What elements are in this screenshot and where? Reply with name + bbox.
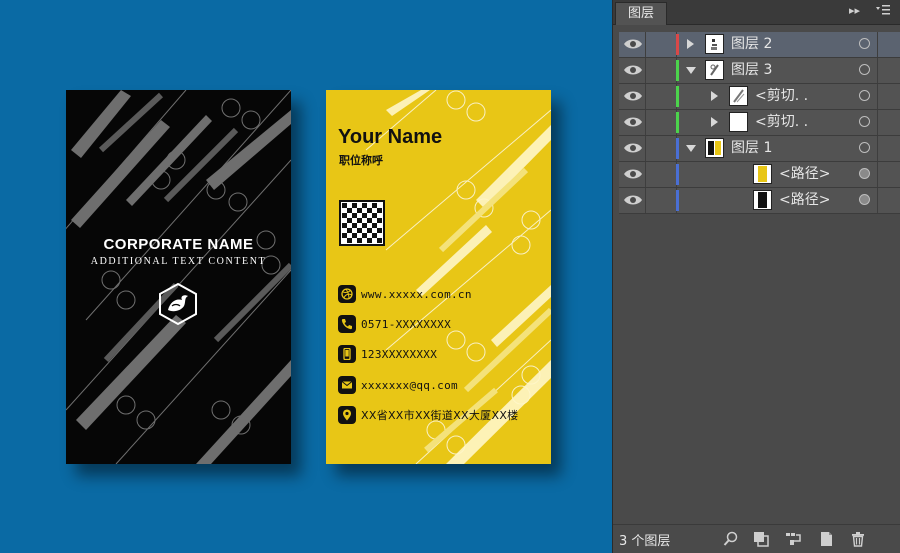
layer-thumbnail bbox=[729, 86, 748, 106]
layer-color-bar bbox=[676, 86, 679, 107]
visibility-eye-icon[interactable] bbox=[622, 36, 644, 52]
collapse-panel-icon[interactable]: ▸▸ bbox=[849, 4, 860, 17]
lock-toggle[interactable] bbox=[645, 188, 677, 213]
layer-name[interactable]: <剪切. . bbox=[755, 84, 808, 109]
phone-icon bbox=[338, 315, 356, 333]
layer-color-bar bbox=[676, 138, 679, 159]
layers-panel: 图层 ▸▸ 图层 2 图层 3 <剪切. . <剪切. . 图层 1 <路径> <路径> 3… bbox=[612, 0, 900, 553]
visibility-eye-icon[interactable] bbox=[622, 88, 644, 104]
selection-column[interactable] bbox=[877, 84, 900, 109]
target-circle-icon[interactable] bbox=[859, 116, 870, 127]
locate-icon[interactable] bbox=[723, 531, 739, 547]
collapse-arrow-icon[interactable] bbox=[686, 145, 696, 152]
layer-row[interactable]: <剪切. . bbox=[619, 110, 900, 136]
clipping-mask-icon[interactable] bbox=[753, 531, 769, 547]
visibility-eye-icon[interactable] bbox=[622, 62, 644, 78]
layer-name[interactable]: 图层 3 bbox=[731, 58, 772, 83]
lock-toggle[interactable] bbox=[645, 32, 677, 57]
mobile-row: 123XXXXXXXX bbox=[338, 344, 437, 364]
tab-layers[interactable]: 图层 bbox=[615, 2, 667, 25]
target-circle-icon[interactable] bbox=[859, 168, 870, 179]
layer-thumbnail bbox=[753, 164, 772, 184]
layer-count: 3 个图层 bbox=[619, 534, 671, 549]
address-text: XX省XX市XX街道XX大厦XX楼 bbox=[361, 409, 519, 422]
selection-column[interactable] bbox=[877, 32, 900, 57]
company-logo bbox=[159, 282, 197, 326]
layer-row[interactable]: <路径> bbox=[619, 188, 900, 214]
layer-color-bar bbox=[676, 60, 679, 81]
expand-arrow-icon[interactable] bbox=[711, 117, 718, 127]
email-text: xxxxxxx@qq.com bbox=[361, 378, 458, 392]
corporate-name: CORPORATE NAME bbox=[103, 236, 254, 253]
website-row: www.xxxxx.com.cn bbox=[338, 284, 472, 304]
layer-thumbnail bbox=[705, 60, 724, 80]
layer-name[interactable]: <路径> bbox=[779, 162, 830, 187]
additional-text: ADDITIONAL TEXT CONTENT bbox=[90, 256, 267, 267]
lock-toggle[interactable] bbox=[645, 110, 677, 135]
new-layer-icon[interactable] bbox=[818, 531, 834, 547]
dribbble-globe-icon bbox=[338, 285, 356, 303]
layer-thumbnail bbox=[705, 138, 724, 158]
visibility-eye-icon[interactable] bbox=[622, 166, 644, 182]
expand-arrow-icon[interactable] bbox=[687, 39, 694, 49]
new-sublayer-icon[interactable] bbox=[785, 531, 801, 547]
address-row: XX省XX市XX街道XX大厦XX楼 bbox=[338, 405, 518, 425]
layer-row[interactable]: <路径> bbox=[619, 162, 900, 188]
website-text: www.xxxxx.com.cn bbox=[361, 287, 472, 301]
lock-toggle[interactable] bbox=[645, 136, 677, 161]
email-row: xxxxxxx@qq.com bbox=[338, 375, 458, 395]
mobile-phone-icon bbox=[338, 345, 356, 363]
target-circle-icon[interactable] bbox=[859, 64, 870, 75]
layers-list: 图层 2 图层 3 <剪切. . <剪切. . 图层 1 <路径> <路径> bbox=[619, 32, 900, 214]
selection-column[interactable] bbox=[877, 136, 900, 161]
layer-color-bar bbox=[676, 112, 679, 133]
lock-toggle[interactable] bbox=[645, 58, 677, 83]
layer-row[interactable]: 图层 2 bbox=[619, 32, 900, 58]
visibility-eye-icon[interactable] bbox=[622, 192, 644, 208]
layer-name[interactable]: 图层 1 bbox=[731, 136, 772, 161]
target-circle-icon[interactable] bbox=[859, 90, 870, 101]
artboard-canvas[interactable]: CORPORATE NAME ADDITIONAL TEXT CONTENT Y… bbox=[0, 0, 612, 553]
layer-color-bar bbox=[676, 190, 679, 211]
target-circle-icon[interactable] bbox=[859, 38, 870, 49]
scissors-comb-pattern bbox=[66, 90, 291, 464]
layer-row[interactable]: 图层 3 bbox=[619, 58, 900, 84]
selection-column[interactable] bbox=[877, 110, 900, 135]
layer-name[interactable]: <剪切. . bbox=[755, 110, 808, 135]
panel-menu-icon[interactable] bbox=[875, 4, 891, 19]
mobile-text: 123XXXXXXXX bbox=[361, 347, 438, 361]
target-circle-icon[interactable] bbox=[859, 194, 870, 205]
panel-footer: 3 个图层 bbox=[613, 524, 900, 553]
layer-name[interactable]: <路径> bbox=[779, 188, 830, 213]
visibility-eye-icon[interactable] bbox=[622, 140, 644, 156]
layer-name[interactable]: 图层 2 bbox=[731, 32, 772, 57]
layer-thumbnail bbox=[729, 112, 748, 132]
person-name: Your Name bbox=[338, 126, 443, 148]
selection-column[interactable] bbox=[877, 58, 900, 83]
lock-toggle[interactable] bbox=[645, 162, 677, 187]
layer-color-bar bbox=[676, 164, 679, 185]
email-envelope-icon bbox=[338, 376, 356, 394]
qr-code-placeholder bbox=[339, 200, 385, 246]
collapse-arrow-icon[interactable] bbox=[686, 67, 696, 74]
target-circle-icon[interactable] bbox=[859, 142, 870, 153]
layer-row[interactable]: <剪切. . bbox=[619, 84, 900, 110]
lock-toggle[interactable] bbox=[645, 84, 677, 109]
trash-icon[interactable] bbox=[850, 531, 866, 547]
selection-column[interactable] bbox=[877, 162, 900, 187]
layer-color-bar bbox=[676, 34, 679, 55]
layer-thumbnail bbox=[753, 190, 772, 210]
expand-arrow-icon[interactable] bbox=[711, 91, 718, 101]
business-card-back-black[interactable]: CORPORATE NAME ADDITIONAL TEXT CONTENT bbox=[66, 90, 291, 464]
selection-column[interactable] bbox=[877, 188, 900, 213]
layer-thumbnail bbox=[705, 34, 724, 54]
layer-row[interactable]: 图层 1 bbox=[619, 136, 900, 162]
panel-header: 图层 ▸▸ bbox=[613, 0, 900, 25]
location-pin-icon bbox=[338, 406, 356, 424]
visibility-eye-icon[interactable] bbox=[622, 114, 644, 130]
job-title: 职位称呼 bbox=[339, 154, 383, 167]
phone-row: 0571-XXXXXXXX bbox=[338, 314, 451, 334]
business-card-front-yellow[interactable]: Your Name 职位称呼 www.xxxxx.com.cn 0571-XXX… bbox=[326, 90, 551, 464]
phone-text: 0571-XXXXXXXX bbox=[361, 317, 451, 331]
